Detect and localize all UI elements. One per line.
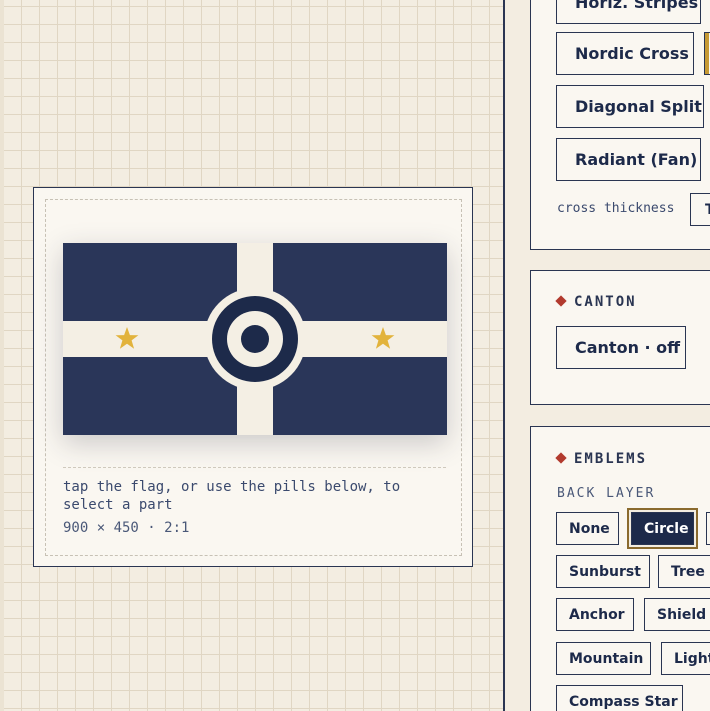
preview-frame: tap the flag, or use the pills below, to… bbox=[45, 199, 462, 556]
emblem-option-mountain[interactable]: Mountain bbox=[556, 642, 651, 675]
emblem-option-light[interactable]: Light bbox=[661, 642, 710, 675]
preview-separator bbox=[63, 467, 446, 468]
canton-toggle-button[interactable]: Canton · off bbox=[556, 326, 686, 369]
emblem-option-shield[interactable]: Shield bbox=[644, 598, 710, 631]
emblem-option-sunburst[interactable]: Sunburst bbox=[556, 555, 650, 588]
emblem-option-anchor[interactable]: Anchor bbox=[556, 598, 634, 631]
preview-hint: tap the flag, or use the pills below, to… bbox=[63, 479, 401, 513]
layout-option-diagonal-split[interactable]: Diagonal Split bbox=[556, 85, 704, 128]
layout-option-horiz-stripes[interactable]: Horiz. Stripes bbox=[556, 0, 701, 24]
layout-option-radiant-fan[interactable]: Radiant (Fan) bbox=[556, 138, 701, 181]
emblem-option-none[interactable]: None bbox=[556, 512, 619, 545]
emblem-circle-core bbox=[241, 325, 269, 353]
emblem-option-circle[interactable]: Circle bbox=[629, 510, 696, 547]
emblem-option-compass-star[interactable]: Compass Star bbox=[556, 685, 683, 711]
flag-preview-card: tap the flag, or use the pills below, to… bbox=[33, 187, 473, 567]
cross-thickness-control[interactable]: T bbox=[690, 193, 710, 226]
emblem-option-next[interactable] bbox=[706, 512, 710, 545]
layout-option-nordic-cross[interactable]: Nordic Cross bbox=[556, 32, 694, 75]
emblems-title: EMBLEMS bbox=[574, 451, 648, 467]
canvas-edge bbox=[0, 0, 4, 711]
layout-option-partial[interactable] bbox=[704, 32, 710, 75]
layout-panel: Horiz. Stripes Nordic Cross Diagonal Spl… bbox=[530, 0, 710, 250]
canton-panel: CANTON Canton · off bbox=[530, 270, 710, 405]
canton-title: CANTON bbox=[574, 294, 637, 310]
emblem-option-tree[interactable]: Tree bbox=[658, 555, 710, 588]
emblems-panel: EMBLEMS BACK LAYER None Circle Sunburst … bbox=[530, 426, 710, 711]
flag-preview[interactable] bbox=[63, 243, 447, 435]
canton-diamond-icon bbox=[555, 295, 567, 307]
back-layer-label: BACK LAYER bbox=[557, 486, 656, 501]
emblems-diamond-icon bbox=[555, 452, 567, 464]
controls-sidebar[interactable]: Horiz. Stripes Nordic Cross Diagonal Spl… bbox=[505, 0, 710, 711]
flag-dimensions: 900 × 450 · 2:1 bbox=[63, 520, 190, 536]
cross-thickness-label: cross thickness bbox=[557, 201, 675, 216]
